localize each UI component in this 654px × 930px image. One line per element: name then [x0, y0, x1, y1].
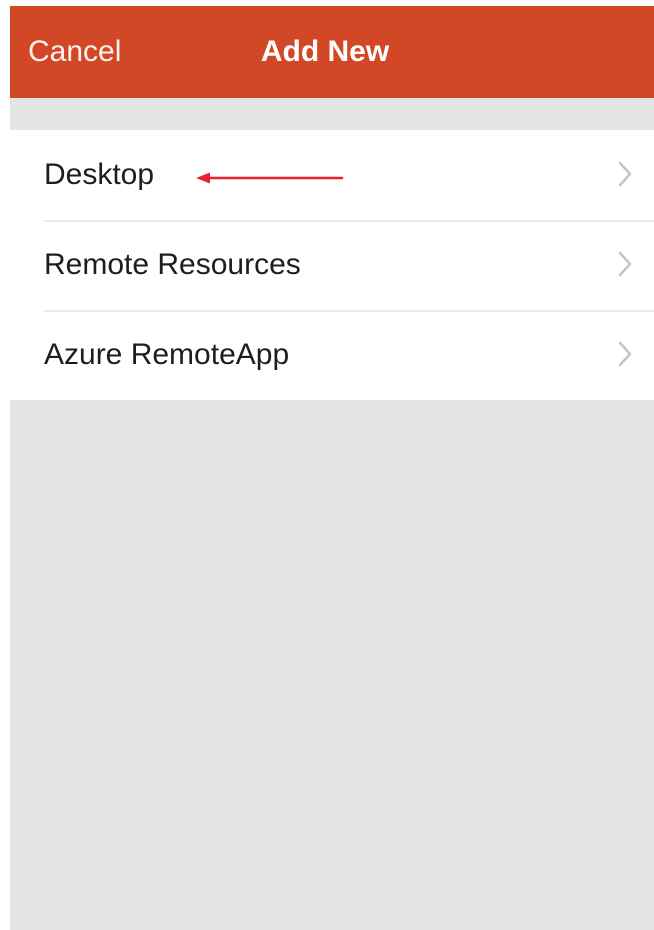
list-item-label: Azure RemoteApp — [44, 338, 290, 371]
page-title: Add New — [260, 35, 390, 68]
section-spacer — [10, 98, 654, 130]
list-item-azure-remoteapp[interactable]: Azure RemoteApp — [10, 310, 654, 400]
list-item-desktop[interactable]: Desktop — [10, 130, 654, 220]
list-item-label: Remote Resources — [44, 248, 301, 281]
add-new-options-list: Desktop Remote Resources Azure RemoteApp — [10, 130, 654, 400]
chevron-right-icon — [618, 251, 632, 277]
chevron-right-icon — [618, 341, 632, 367]
navigation-bar: Cancel Add New — [10, 6, 654, 98]
list-item-remote-resources[interactable]: Remote Resources — [10, 220, 654, 310]
list-item-label: Desktop — [44, 158, 155, 191]
chevron-right-icon — [618, 161, 632, 187]
arrow-left-icon — [196, 172, 344, 184]
app-screen: Cancel Add New Desktop Remote Resources … — [10, 6, 654, 930]
